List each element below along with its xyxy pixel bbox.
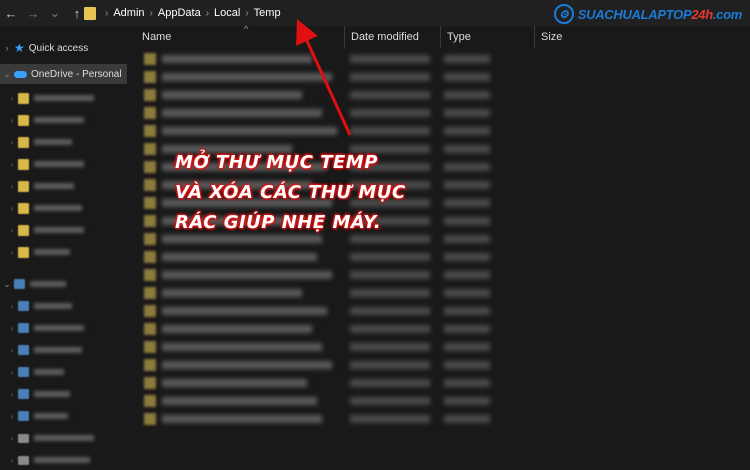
annotation-text: Mở thư mục Temp và xóa các thư mục rác g… xyxy=(175,148,475,238)
sidebar-item[interactable]: › xyxy=(0,450,127,470)
blurred-label xyxy=(34,435,94,441)
annotation-line-1: Mở thư mục Temp xyxy=(175,152,378,173)
chevron-right-icon[interactable]: › xyxy=(10,456,14,465)
drive-icon xyxy=(18,455,29,465)
arrow-line xyxy=(296,19,352,136)
annotation-line-2: và xóa các thư mục xyxy=(175,182,406,203)
annotation-line-3: rác giúp nhẹ máy. xyxy=(175,212,382,233)
blurred-label xyxy=(34,457,90,463)
